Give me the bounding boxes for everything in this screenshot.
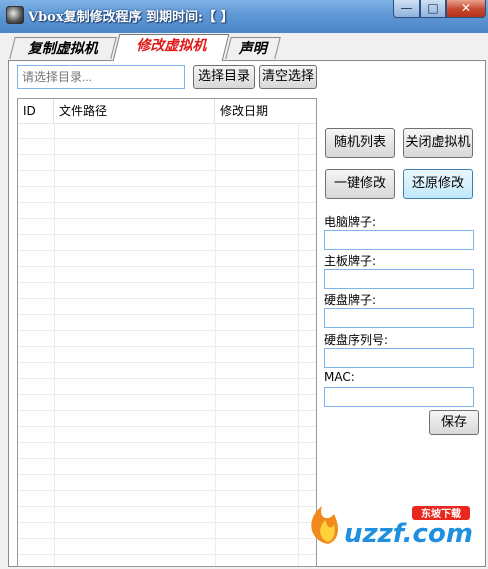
disk-brand-label: 硬盘牌子:: [324, 293, 377, 307]
column-header-path[interactable]: 文件路径: [54, 99, 215, 123]
save-button[interactable]: 保存: [429, 410, 479, 435]
one-key-modify-button[interactable]: 一键修改: [325, 169, 395, 199]
computer-brand-label: 电脑牌子:: [324, 215, 377, 229]
watermark-logo: 东坡下载 uzzf.com: [311, 506, 473, 549]
flame-icon: [311, 506, 338, 544]
app-icon: [6, 6, 24, 24]
mac-label: MAC:: [324, 370, 355, 384]
motherboard-brand-label: 主板牌子:: [324, 254, 377, 268]
random-list-button[interactable]: 随机列表: [325, 128, 395, 158]
mac-field[interactable]: [324, 387, 474, 407]
column-header-id[interactable]: ID: [18, 99, 54, 123]
tab-statement[interactable]: 声明: [225, 37, 281, 59]
disk-serial-field[interactable]: [324, 348, 474, 368]
tab-strip: 复制虚拟机 修改虚拟机 声明: [0, 33, 488, 61]
watermark-text: uzzf.com: [344, 519, 473, 549]
disk-serial-label: 硬盘序列号:: [324, 333, 389, 347]
restore-modify-button[interactable]: 还原修改: [403, 169, 473, 199]
minimize-button[interactable]: —: [393, 0, 420, 18]
motherboard-brand-field[interactable]: [324, 269, 474, 289]
title-bar[interactable]: Vbox复制修改程序 到期时间:【 】 — □ ✕: [0, 0, 488, 34]
file-list-header: ID 文件路径 修改日期: [18, 99, 316, 124]
tab-copy-vm[interactable]: 复制虚拟机: [9, 37, 117, 59]
tab-modify-vm-label: 修改虚拟机: [136, 38, 207, 54]
tab-statement-label: 声明: [238, 41, 267, 57]
close-button[interactable]: ✕: [446, 0, 486, 18]
file-list[interactable]: ID 文件路径 修改日期: [17, 98, 317, 567]
main-window: 复制虚拟机 修改虚拟机 声明 选择目录 清空选择 ID 文件路径 修改日期 随机…: [0, 33, 488, 569]
column-header-date[interactable]: 修改日期: [215, 99, 315, 123]
directory-input[interactable]: [17, 65, 185, 89]
tab-modify-vm[interactable]: 修改虚拟机: [112, 34, 230, 61]
window-title: Vbox复制修改程序 到期时间:【 】: [28, 10, 234, 25]
file-list-body[interactable]: [18, 123, 316, 566]
tab-copy-vm-label: 复制虚拟机: [27, 41, 98, 57]
clear-selection-button[interactable]: 清空选择: [259, 65, 317, 89]
select-directory-button[interactable]: 选择目录: [193, 65, 255, 89]
disk-brand-field[interactable]: [324, 308, 474, 328]
maximize-button[interactable]: □: [420, 0, 446, 18]
computer-brand-field[interactable]: [324, 230, 474, 250]
close-vm-button[interactable]: 关闭虚拟机: [403, 128, 473, 158]
